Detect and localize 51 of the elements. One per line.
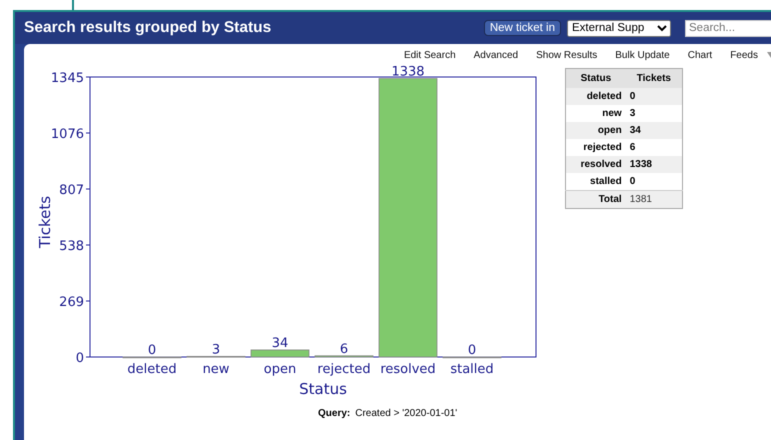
menu-item[interactable]: Feeds (721, 50, 767, 60)
y-tick-label: 1345 (50, 71, 84, 86)
x-category-label: stalled (450, 362, 494, 377)
table-cell: open (566, 122, 626, 139)
x-axis-title: Status (299, 380, 347, 398)
table-cell: new (566, 105, 626, 122)
bar-value-label: 3 (212, 342, 220, 358)
menu-item[interactable]: Show Results (527, 50, 606, 60)
y-tick-label: 269 (59, 295, 84, 310)
page-title: Search results grouped by Status (24, 19, 272, 37)
bar-value-label: 6 (340, 342, 348, 357)
total-label: Total (566, 190, 626, 208)
x-category-label: rejected (317, 362, 371, 377)
x-category-label: deleted (127, 362, 177, 377)
table-cell: deleted (566, 88, 626, 105)
bar-value-label: 0 (468, 343, 476, 358)
query-label: Query: (318, 408, 350, 419)
x-category-label: resolved (380, 362, 436, 377)
queue-select[interactable]: External Supp (567, 20, 671, 36)
column-header: Tickets (626, 68, 682, 88)
table-cell: 1338 (626, 156, 682, 173)
menu-item[interactable]: Bulk Update (606, 50, 679, 60)
y-tick-label: 807 (59, 183, 84, 198)
column-header: Status (566, 68, 626, 88)
menu-item[interactable]: Advanced (464, 50, 528, 60)
table-cell: stalled (566, 173, 626, 190)
table-cell: 0 (626, 88, 682, 105)
y-tick-label: 0 (76, 351, 84, 366)
bar-value-label: 1338 (391, 64, 425, 80)
x-category-label: open (264, 362, 296, 377)
y-tick-label: 1076 (50, 127, 84, 142)
bar (186, 356, 246, 358)
menu-item[interactable]: Chart (678, 50, 722, 60)
x-category-label: new (202, 362, 230, 377)
bar (314, 355, 374, 358)
query-text: Created > '2020-01-01' (355, 408, 458, 419)
new-ticket-button[interactable]: New ticket in (484, 20, 561, 36)
table-cell: rejected (566, 139, 626, 156)
table-cell: resolved (566, 156, 626, 173)
table-cell: 6 (626, 139, 682, 156)
bar (250, 350, 310, 358)
menu-item[interactable]: Edit Search (394, 50, 465, 60)
y-tick-label: 538 (59, 239, 84, 254)
bar-value-label: 0 (148, 343, 156, 358)
bar-value-label: 34 (272, 336, 288, 351)
total-value: 1381 (626, 190, 682, 208)
table-cell: 3 (626, 105, 682, 122)
table-cell: 0 (626, 173, 682, 190)
search-field[interactable]: Search... (685, 20, 771, 36)
table-cell: 34 (626, 122, 682, 139)
y-axis-title: Tickets (36, 196, 54, 248)
